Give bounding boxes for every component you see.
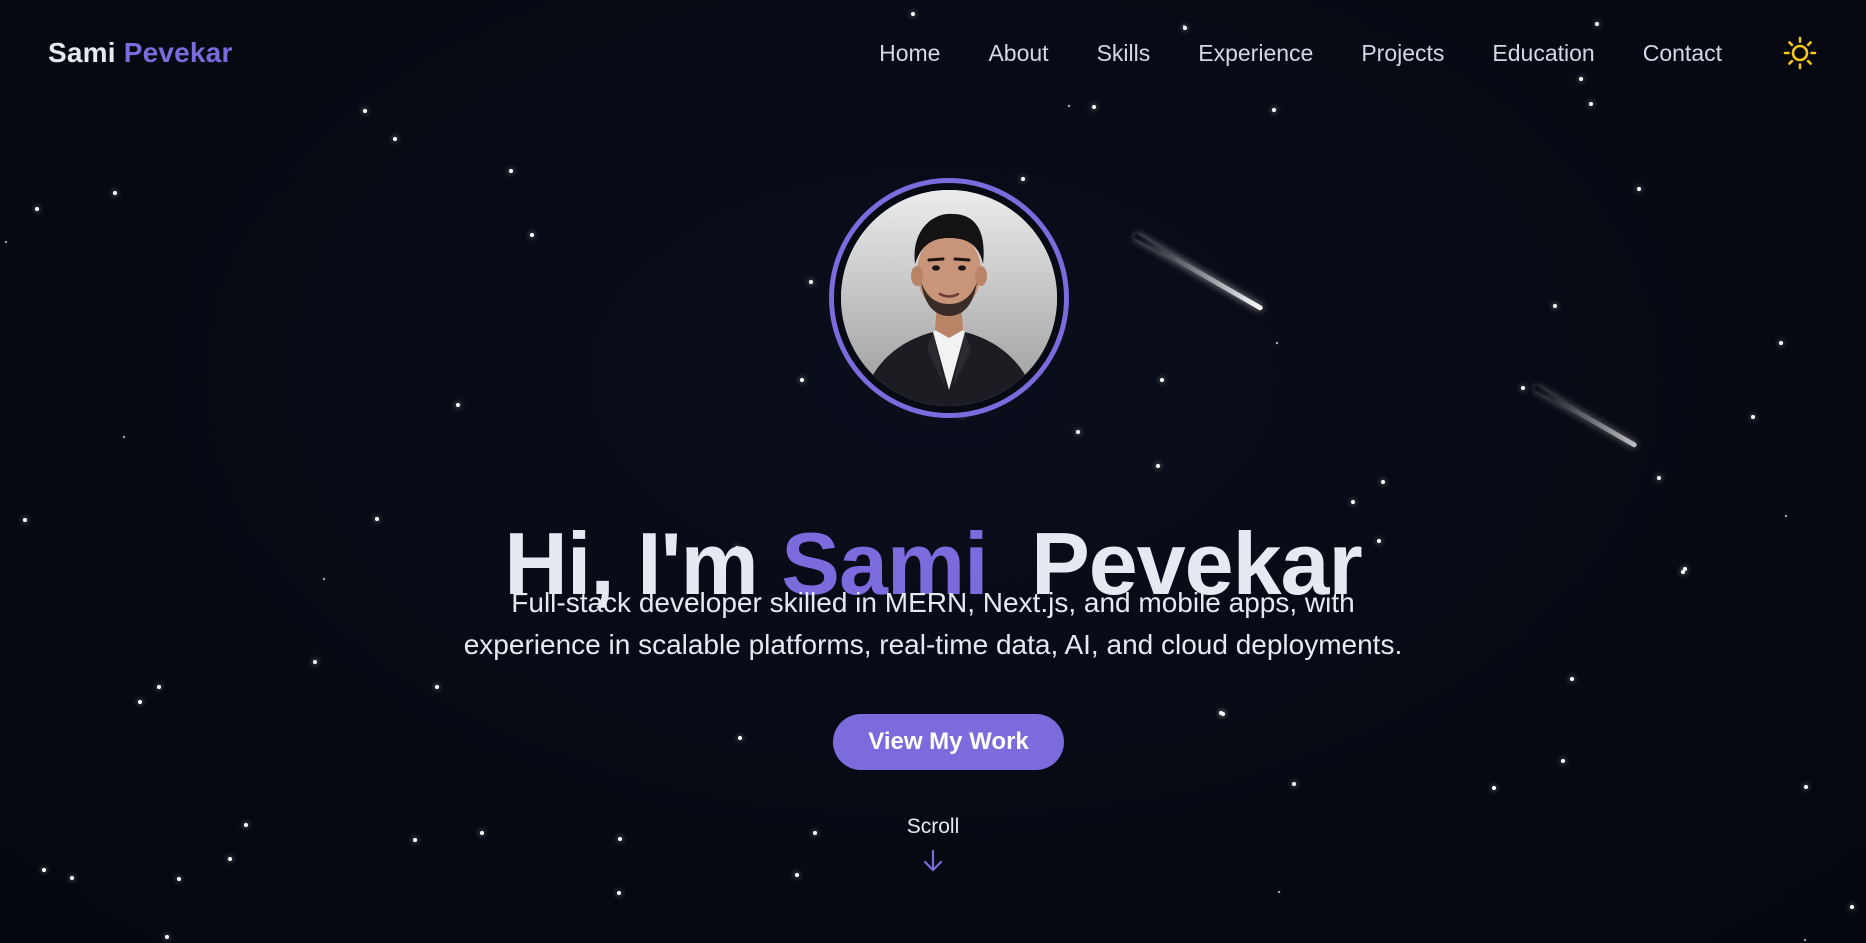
- view-my-work-button[interactable]: View My Work: [833, 714, 1064, 770]
- tagline-line-1: Full-stack developer skilled in MERN, Ne…: [511, 587, 1355, 618]
- person-portrait-icon: [841, 190, 1057, 406]
- page: Sami Pevekar Home About Skills Experienc…: [0, 0, 1866, 943]
- avatar-frame: [829, 178, 1069, 418]
- hero-section: Hi, I'm Sami Pevekar Full-stack develope…: [0, 0, 1866, 943]
- tagline-line-2: experience in scalable platforms, real-t…: [463, 629, 1403, 660]
- arrow-down-icon: [922, 849, 944, 878]
- hero-tagline: Full-stack developer skilled in MERN, Ne…: [0, 582, 1866, 666]
- profile-photo: [841, 190, 1057, 406]
- scroll-label: Scroll: [906, 815, 960, 838]
- scroll-indicator[interactable]: Scroll: [0, 815, 1866, 878]
